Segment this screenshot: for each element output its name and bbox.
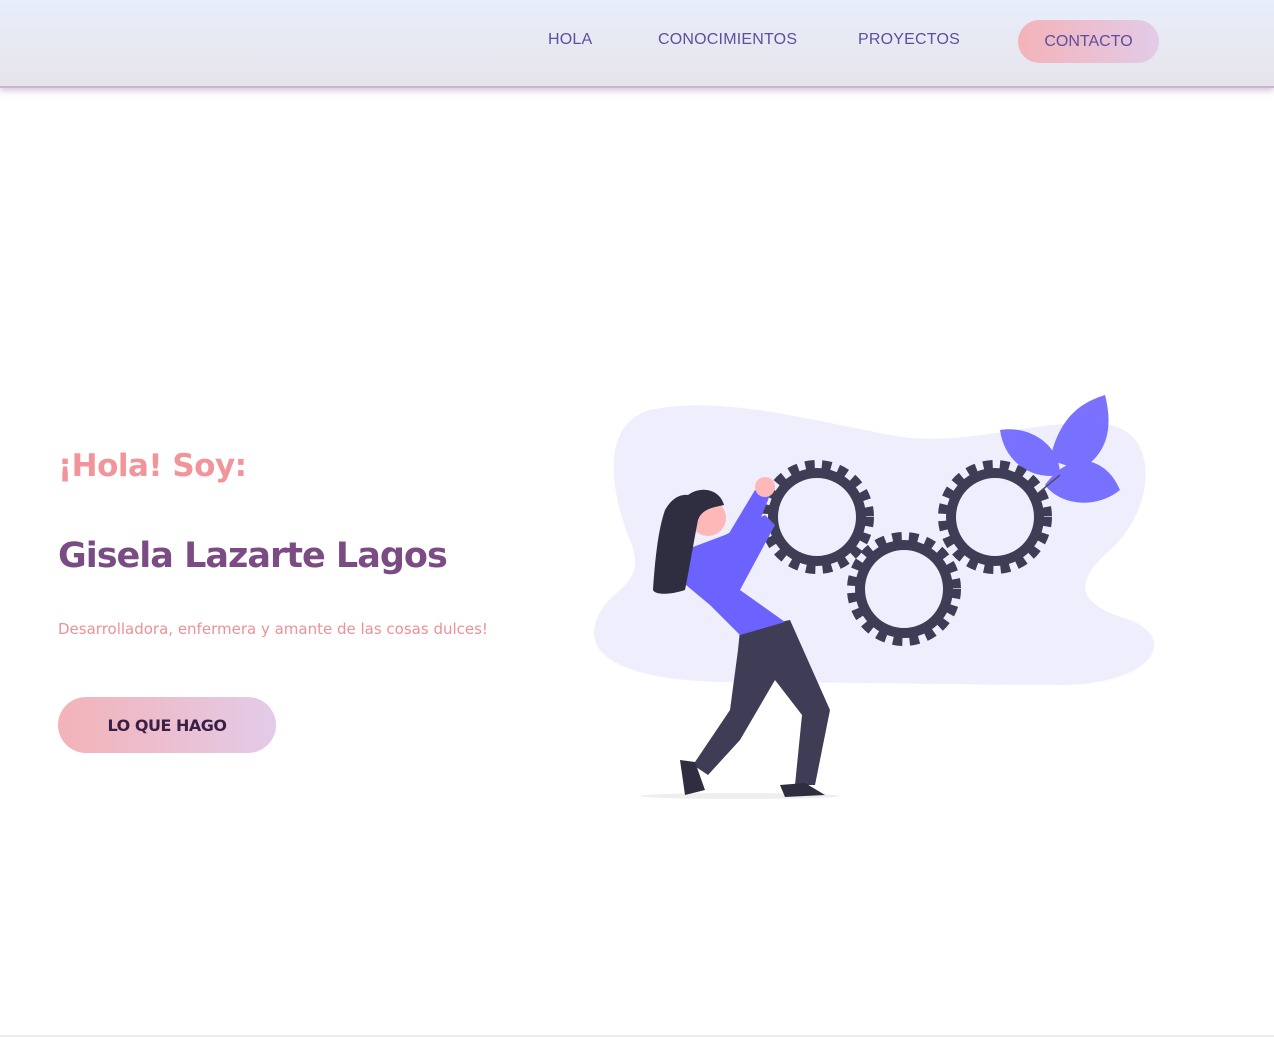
hero-greeting: ¡Hola! Soy:	[58, 448, 247, 484]
page-bottom-divider	[0, 1035, 1274, 1037]
nav-link-hola[interactable]: HOLA	[548, 31, 592, 49]
nav-link-proyectos[interactable]: PROYECTOS	[858, 31, 960, 49]
top-navbar: HOLA CONOCIMIENTOS PROYECTOS CONTACTO	[0, 0, 1274, 88]
nav-link-conocimientos[interactable]: CONOCIMIENTOS	[658, 31, 797, 49]
hero-tagline: Desarrolladora, enfermera y amante de la…	[58, 620, 488, 638]
hero-name: Gisela Lazarte Lagos	[58, 536, 448, 576]
nav-contact-button[interactable]: CONTACTO	[1018, 20, 1159, 63]
hero-illustration	[593, 395, 1155, 799]
lo-que-hago-button[interactable]: LO QUE HAGO	[58, 697, 276, 753]
